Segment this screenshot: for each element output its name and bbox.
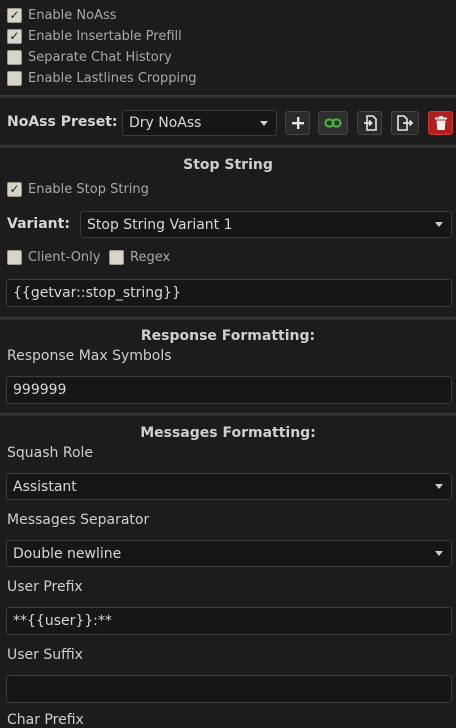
preset-select[interactable]: Dry NoAss: [122, 110, 277, 136]
stop-string-input[interactable]: {{getvar::stop_string}}: [6, 279, 452, 307]
squash-role-label: Squash Role: [7, 445, 94, 461]
user-prefix-input[interactable]: **{{user}}:**: [6, 607, 452, 635]
squash-role-value: Assistant: [13, 478, 77, 495]
option-label: Enable Stop String: [28, 181, 149, 197]
checkbox-unchecked-icon[interactable]: [7, 49, 22, 65]
divider: [0, 95, 456, 98]
chevron-down-icon: [260, 120, 268, 126]
response-max-symbols-label: Response Max Symbols: [7, 348, 172, 364]
squash-role-select[interactable]: Assistant: [6, 473, 452, 500]
link-icon: [324, 118, 342, 128]
link-preset-button[interactable]: [318, 111, 348, 135]
import-icon: [363, 115, 377, 131]
checkbox-unchecked-icon[interactable]: [7, 70, 22, 86]
divider: [0, 317, 456, 320]
import-preset-button[interactable]: [357, 111, 382, 135]
option-enable-insertable-prefill[interactable]: ✓ Enable Insertable Prefill: [7, 28, 182, 44]
option-enable-noass[interactable]: ✓ Enable NoAss: [7, 7, 117, 23]
add-preset-button[interactable]: [285, 111, 310, 135]
messages-separator-value: Double newline: [13, 545, 122, 562]
option-label: Enable Insertable Prefill: [28, 28, 182, 44]
chevron-down-icon: [435, 484, 443, 489]
option-label: Separate Chat History: [28, 49, 172, 65]
preset-value: Dry NoAss: [129, 115, 202, 131]
checkbox-unchecked-icon[interactable]: [109, 249, 124, 265]
delete-preset-button[interactable]: [428, 111, 453, 135]
checkbox-checked-icon[interactable]: ✓: [7, 181, 22, 197]
messages-formatting-title: Messages Formatting:: [140, 425, 316, 441]
checkbox-unchecked-icon[interactable]: [7, 249, 22, 265]
plus-icon: [291, 117, 304, 129]
client-only-option[interactable]: Client-Only: [7, 249, 100, 265]
regex-option[interactable]: Regex: [109, 249, 170, 265]
enable-stop-string-option[interactable]: ✓ Enable Stop String: [7, 181, 149, 197]
user-prefix-label: User Prefix: [7, 579, 83, 595]
preset-label: NoAss Preset:: [7, 114, 118, 130]
trash-icon: [434, 116, 447, 130]
export-preset-button[interactable]: [391, 111, 419, 135]
messages-separator-select[interactable]: Double newline: [6, 540, 452, 567]
messages-separator-label: Messages Separator: [7, 512, 150, 528]
char-prefix-label: Char Prefix: [7, 712, 84, 728]
option-separate-chat-history[interactable]: Separate Chat History: [7, 49, 172, 65]
checkbox-checked-icon[interactable]: ✓: [7, 7, 22, 23]
option-label: Enable NoAss: [28, 7, 117, 23]
chevron-down-icon: [435, 222, 443, 227]
variant-select[interactable]: Stop String Variant 1: [80, 211, 452, 238]
user-suffix-label: User Suffix: [7, 647, 83, 663]
chevron-down-icon: [435, 551, 443, 556]
checkbox-checked-icon[interactable]: ✓: [7, 28, 22, 44]
option-label: Enable Lastlines Cropping: [28, 70, 197, 86]
option-label: Client-Only: [28, 249, 101, 265]
variant-value: Stop String Variant 1: [87, 216, 233, 233]
stop-string-title: Stop String: [183, 157, 273, 173]
option-label: Regex: [130, 249, 171, 265]
divider: [0, 145, 456, 148]
option-enable-lastlines-cropping[interactable]: Enable Lastlines Cropping: [7, 70, 197, 86]
user-suffix-input[interactable]: [6, 675, 452, 703]
variant-label: Variant:: [7, 216, 70, 232]
divider: [0, 413, 456, 416]
response-formatting-title: Response Formatting:: [140, 328, 316, 344]
export-icon: [397, 115, 413, 131]
response-max-symbols-input[interactable]: 999999: [6, 376, 452, 404]
